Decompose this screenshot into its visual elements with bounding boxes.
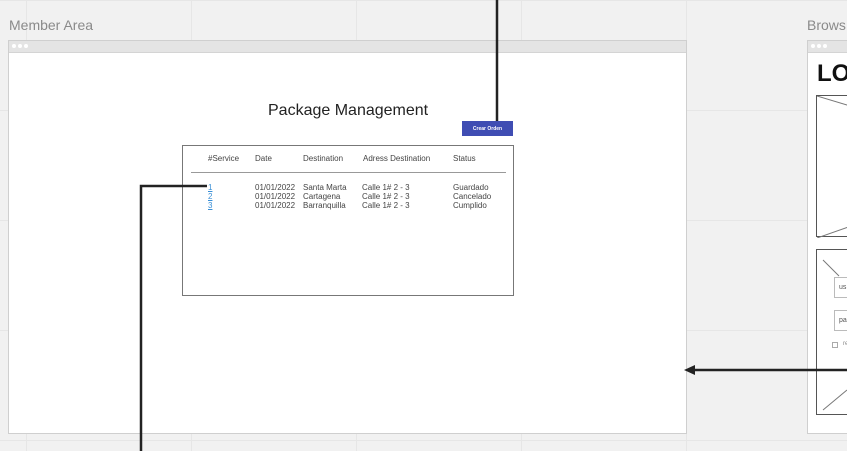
header-divider: [191, 172, 506, 173]
form-placeholder-icon: [822, 259, 847, 411]
service-link-1[interactable]: 1: [208, 183, 212, 192]
column-header-date: Date: [255, 154, 272, 163]
column-header-destination: Destination: [303, 154, 344, 163]
login-form-placeholder: [816, 249, 847, 415]
cell-address: Calle 1# 2 - 3: [362, 201, 410, 210]
cell-destination: Cartagena: [303, 192, 341, 201]
cell-destination: Santa Marta: [303, 183, 347, 192]
cell-date: 01/01/2022: [255, 201, 296, 210]
cell-date: 01/01/2022: [255, 192, 296, 201]
remember-checkbox-label: re: [843, 341, 847, 347]
password-input[interactable]: pa: [834, 310, 847, 331]
cell-status: Cancelado: [453, 192, 492, 201]
cell-address: Calle 1# 2 - 3: [362, 192, 410, 201]
username-input[interactable]: us: [834, 277, 847, 298]
image-placeholder-icon: [816, 95, 847, 239]
browser-frame-label: Brows: [807, 17, 846, 33]
image-placeholder: [816, 95, 847, 239]
login-title: LO: [817, 60, 847, 87]
create-order-button[interactable]: Crear Orden: [462, 121, 513, 136]
window-dots-icon: [811, 44, 827, 48]
member-area-frame-label: Member Area: [9, 17, 94, 33]
cell-date: 01/01/2022: [255, 183, 296, 192]
window-title-bar: [808, 41, 847, 53]
cell-destination: Barranquilla: [303, 201, 346, 210]
window-dots-icon: [12, 44, 28, 48]
column-header-status: Status: [453, 154, 476, 163]
cell-status: Cumplido: [453, 201, 487, 210]
page-title: Package Management: [268, 102, 429, 119]
remember-checkbox[interactable]: [832, 342, 838, 348]
service-link-2[interactable]: 2: [208, 192, 212, 201]
cell-status: Guardado: [453, 183, 489, 192]
services-table: #Service Date Destination Adress Destina…: [182, 145, 514, 296]
cell-address: Calle 1# 2 - 3: [362, 183, 410, 192]
column-header-address: Adress Destination: [363, 154, 431, 163]
window-title-bar: [9, 41, 686, 53]
column-header-service: #Service: [208, 154, 240, 163]
service-link-3[interactable]: 3: [208, 201, 212, 210]
